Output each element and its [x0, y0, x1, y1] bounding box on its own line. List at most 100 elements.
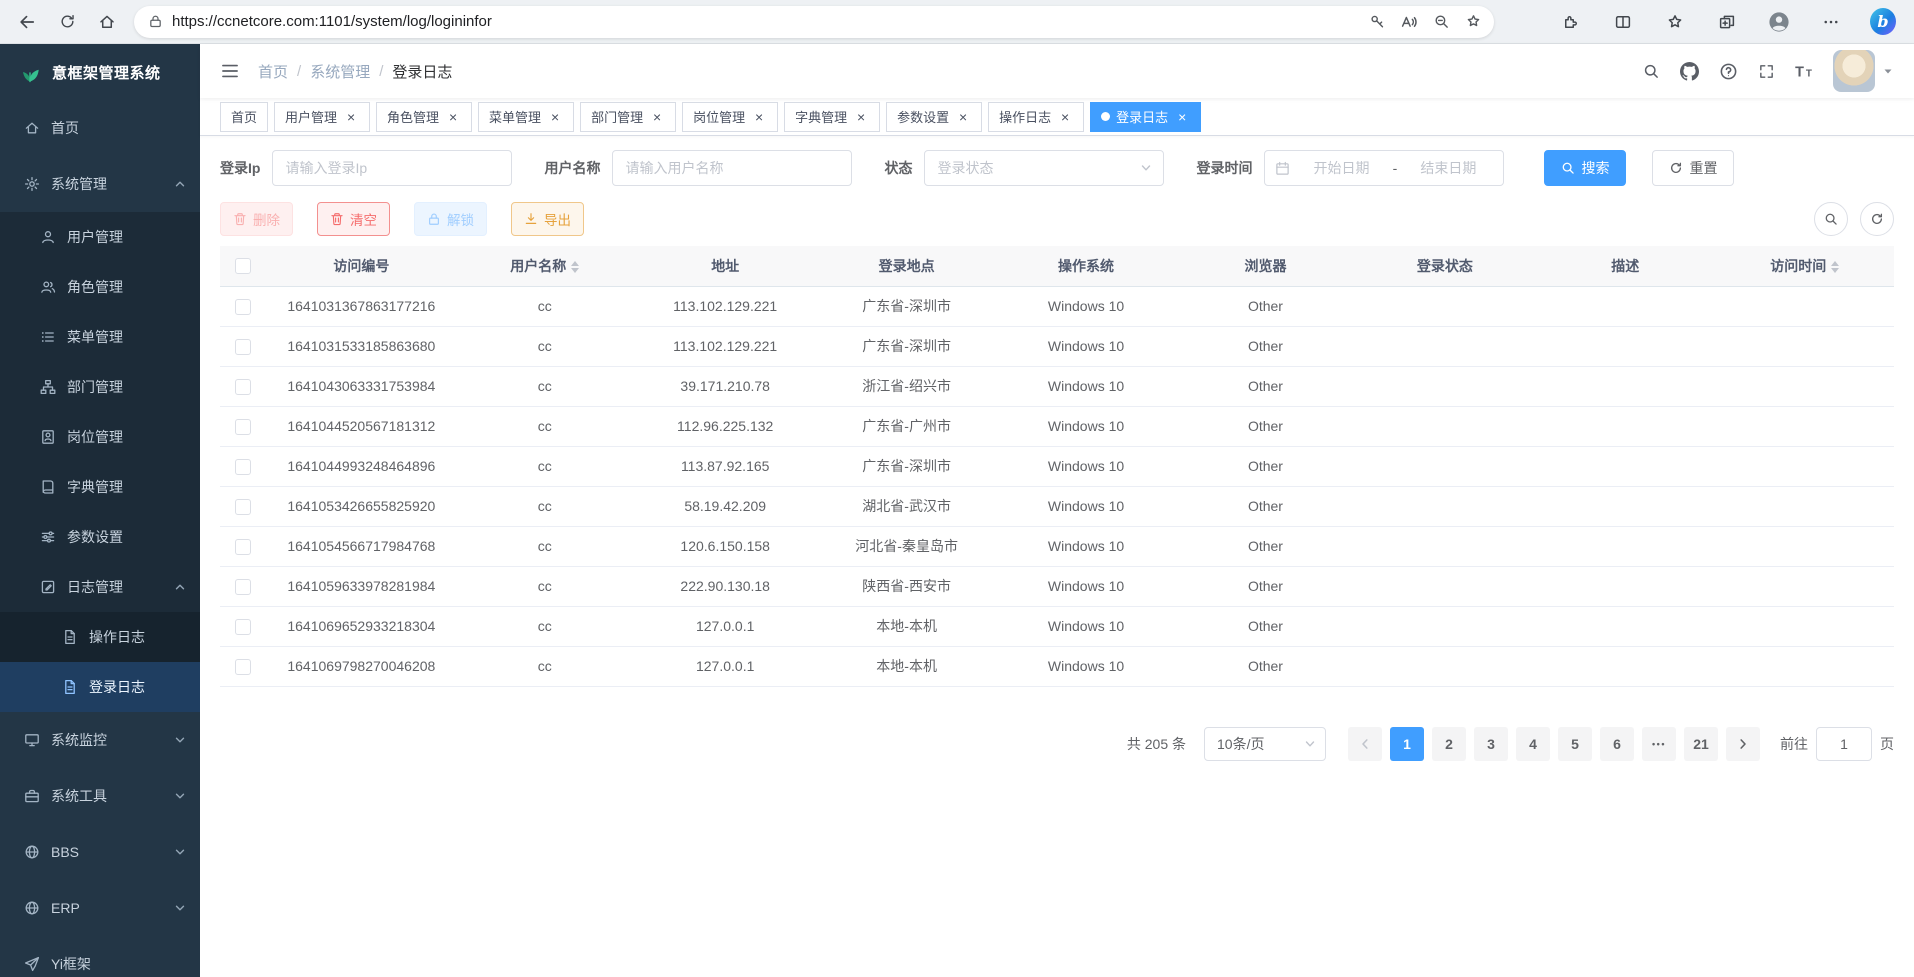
favorites-add-icon[interactable]	[1458, 7, 1488, 37]
sidebar-item-dept-management[interactable]: 部门管理	[0, 362, 200, 412]
user-name-input[interactable]	[612, 150, 852, 186]
sidebar-item-operation-log[interactable]: 操作日志	[0, 612, 200, 662]
tab-operation-log[interactable]: 操作日志×	[988, 102, 1084, 132]
refresh-table-button[interactable]	[1860, 202, 1894, 236]
tab-post-management[interactable]: 岗位管理×	[682, 102, 778, 132]
tab-close-icon[interactable]: ×	[955, 109, 971, 125]
page-button-6[interactable]: 6	[1600, 727, 1634, 761]
extensions-icon[interactable]	[1558, 9, 1584, 35]
tab-close-icon[interactable]: ×	[445, 109, 461, 125]
row-checkbox[interactable]	[235, 459, 251, 475]
sort-caret-icon[interactable]	[1831, 261, 1839, 273]
tab-dict-management[interactable]: 字典管理×	[784, 102, 880, 132]
page-button-4[interactable]: 4	[1516, 727, 1550, 761]
row-checkbox[interactable]	[235, 339, 251, 355]
github-icon[interactable]	[1678, 60, 1701, 83]
row-checkbox[interactable]	[235, 579, 251, 595]
sidebar-item-yi-framework[interactable]: Yi框架	[0, 936, 200, 977]
tab-close-icon[interactable]: ×	[649, 109, 665, 125]
breadcrumb-item[interactable]: 首页	[258, 61, 288, 82]
row-checkbox[interactable]	[235, 619, 251, 635]
font-size-icon[interactable]: TT	[1793, 60, 1817, 82]
reset-button[interactable]: 重置	[1652, 150, 1734, 186]
prev-page-button[interactable]	[1348, 727, 1382, 761]
sort-caret-icon[interactable]	[571, 261, 579, 273]
next-page-button[interactable]	[1726, 727, 1760, 761]
sidebar-item-dict-management[interactable]: 字典管理	[0, 462, 200, 512]
sidebar-item-param-settings[interactable]: 参数设置	[0, 512, 200, 562]
help-icon[interactable]	[1717, 60, 1740, 83]
zoom-icon[interactable]	[1426, 7, 1456, 37]
status-select[interactable]: 登录状态	[924, 150, 1164, 186]
sidebar-item-home[interactable]: 首页	[0, 100, 200, 156]
sidebar-item-user-management[interactable]: 用户管理	[0, 212, 200, 262]
row-checkbox[interactable]	[235, 499, 251, 515]
tab-role-management[interactable]: 角色管理×	[376, 102, 472, 132]
row-checkbox[interactable]	[235, 419, 251, 435]
page-button-3[interactable]: 3	[1474, 727, 1508, 761]
refresh-icon[interactable]	[50, 5, 84, 39]
tab-dept-management[interactable]: 部门管理×	[580, 102, 676, 132]
unlock-button[interactable]: 解锁	[414, 202, 487, 236]
sidebar-item-system-monitor[interactable]: 系统监控	[0, 712, 200, 768]
sidebar-item-log-management[interactable]: 日志管理	[0, 562, 200, 612]
tab-home[interactable]: 首页	[220, 102, 268, 132]
search-icon[interactable]	[1640, 60, 1662, 82]
app-logo[interactable]: 意框架管理系统	[0, 44, 200, 100]
page-button-2[interactable]: 2	[1432, 727, 1466, 761]
profile-icon[interactable]	[1766, 9, 1792, 35]
sidebar-item-role-management[interactable]: 角色管理	[0, 262, 200, 312]
tab-close-icon[interactable]: ×	[1057, 109, 1073, 125]
back-icon[interactable]	[10, 5, 44, 39]
tab-close-icon[interactable]: ×	[853, 109, 869, 125]
sidebar-item-system-management[interactable]: 系统管理	[0, 156, 200, 212]
column-header-user[interactable]: 用户名称	[457, 246, 633, 286]
password-key-icon[interactable]	[1362, 7, 1392, 37]
sidebar-item-system-tools[interactable]: 系统工具	[0, 768, 200, 824]
bing-chat-icon[interactable]: b	[1870, 9, 1896, 35]
export-button[interactable]: 导出	[511, 202, 584, 236]
login-ip-input[interactable]	[272, 150, 512, 186]
hamburger-icon[interactable]	[220, 61, 240, 81]
pager-more-button[interactable]: •••	[1642, 727, 1676, 761]
user-avatar[interactable]	[1833, 50, 1894, 92]
sidebar-item-menu-management[interactable]: 菜单管理	[0, 312, 200, 362]
home-icon[interactable]	[90, 5, 124, 39]
more-icon[interactable]	[1818, 9, 1844, 35]
fullscreen-icon[interactable]	[1756, 61, 1777, 82]
row-checkbox[interactable]	[235, 659, 251, 675]
page-size-select[interactable]: 10条/页	[1204, 727, 1326, 761]
row-checkbox[interactable]	[235, 379, 251, 395]
split-screen-icon[interactable]	[1610, 9, 1636, 35]
favorites-icon[interactable]	[1662, 9, 1688, 35]
tab-close-icon[interactable]: ×	[343, 109, 359, 125]
sidebar-item-login-log[interactable]: 登录日志	[0, 662, 200, 712]
breadcrumb-item[interactable]: 系统管理	[310, 61, 370, 82]
sidebar-item-erp[interactable]: ERP	[0, 880, 200, 936]
sidebar-item-post-management[interactable]: 岗位管理	[0, 412, 200, 462]
select-all-checkbox[interactable]	[235, 258, 251, 274]
address-bar[interactable]: https://ccnetcore.com:1101/system/log/lo…	[134, 6, 1494, 38]
row-checkbox[interactable]	[235, 299, 251, 315]
tab-user-management[interactable]: 用户管理×	[274, 102, 370, 132]
login-time-range-picker[interactable]: 开始日期 - 结束日期	[1264, 150, 1504, 186]
page-button-5[interactable]: 5	[1558, 727, 1592, 761]
sidebar-item-bbs[interactable]: BBS	[0, 824, 200, 880]
toggle-search-button[interactable]	[1814, 202, 1848, 236]
row-checkbox[interactable]	[235, 539, 251, 555]
tab-param-settings[interactable]: 参数设置×	[886, 102, 982, 132]
page-button-21[interactable]: 21	[1684, 727, 1718, 761]
tab-login-log[interactable]: 登录日志×	[1090, 102, 1201, 132]
page-button-1[interactable]: 1	[1390, 727, 1424, 761]
search-button[interactable]: 搜索	[1544, 150, 1626, 186]
tab-close-icon[interactable]: ×	[1174, 109, 1190, 125]
delete-button[interactable]: 删除	[220, 202, 293, 236]
goto-page-input[interactable]	[1816, 727, 1872, 761]
tab-menu-management[interactable]: 菜单管理×	[478, 102, 574, 132]
tab-close-icon[interactable]: ×	[547, 109, 563, 125]
read-aloud-icon[interactable]	[1394, 7, 1424, 37]
clear-button[interactable]: 清空	[317, 202, 390, 236]
tab-close-icon[interactable]: ×	[751, 109, 767, 125]
column-header-time[interactable]: 访问时间	[1716, 246, 1894, 286]
collections-icon[interactable]	[1714, 9, 1740, 35]
